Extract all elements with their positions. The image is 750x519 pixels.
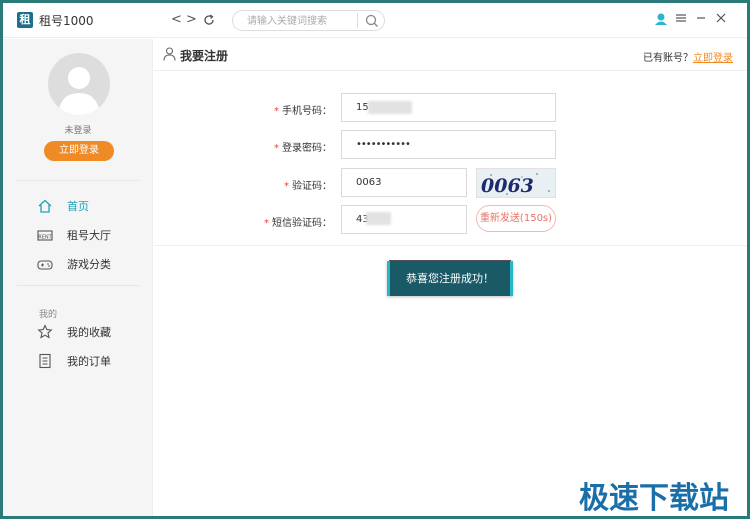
star-icon xyxy=(37,324,53,339)
sidebar-item-label: 租号大厅 xyxy=(67,229,111,242)
phone-redaction xyxy=(368,101,412,114)
search-input[interactable] xyxy=(247,14,352,28)
phone-label: * 手机号码： xyxy=(242,102,332,117)
watermark-logo: 极速下载站 xyxy=(579,481,729,516)
menu-icon xyxy=(676,14,686,22)
sms-label: * 短信验证码： xyxy=(242,214,332,229)
app-window: 租 租号1000 < > 请输入关键词搜索 未登录 立即登录 首页 RENT 租… xyxy=(3,3,747,516)
password-label: * 登录密码： xyxy=(242,139,332,154)
title-bar: 租 租号1000 < > xyxy=(3,3,747,38)
sms-code-input[interactable] xyxy=(341,205,467,234)
resend-sms-button[interactable]: 重新发送(150s) xyxy=(476,205,556,232)
user-icon xyxy=(655,13,667,25)
forward-button[interactable]: > xyxy=(186,11,197,29)
sidebar-item-label: 首页 xyxy=(67,200,89,213)
sidebar-item-my-orders[interactable]: 我的订单 xyxy=(37,351,147,371)
password-input[interactable] xyxy=(341,130,556,159)
gamepad-icon xyxy=(37,260,53,270)
sidebar-item-home[interactable]: 首页 xyxy=(37,196,147,216)
captcha-label-text: 验证码： xyxy=(292,181,332,192)
captcha-input[interactable] xyxy=(341,168,467,197)
default-avatar-icon xyxy=(58,67,100,115)
captcha-label: * 验证码： xyxy=(242,177,332,192)
main-content: 我要注册 已有账号？立即登录 *手机号码： *登录密码： *验证码： 0063 … xyxy=(154,39,747,516)
sidebar-item-game-category[interactable]: 游戏分类 xyxy=(37,254,147,274)
captcha-image[interactable]: 0063 xyxy=(476,168,556,198)
search-box xyxy=(232,10,385,31)
sidebar-item-label: 我的订单 xyxy=(67,355,111,368)
has-account-prompt: 已有账号？立即登录 xyxy=(643,49,733,64)
menu-button[interactable] xyxy=(673,12,689,28)
required-mark: * xyxy=(274,106,279,117)
refresh-button[interactable] xyxy=(203,11,215,31)
svg-text:RENT: RENT xyxy=(38,235,52,241)
sidebar-item-rent-hall[interactable]: RENT 租号大厅 xyxy=(37,225,147,245)
password-label-text: 登录密码： xyxy=(282,143,332,154)
sidebar-divider xyxy=(17,180,139,181)
sidebar-item-label: 我的收藏 xyxy=(67,326,111,339)
required-mark: * xyxy=(274,143,279,154)
captcha-text: 0063 xyxy=(481,175,534,197)
sidebar-divider xyxy=(17,285,139,286)
person-icon xyxy=(163,47,176,61)
avatar[interactable] xyxy=(48,53,110,115)
form-separator xyxy=(154,245,747,246)
captcha-graphic: 0063 xyxy=(481,173,550,197)
app-logo: 租 xyxy=(17,12,33,28)
sms-redaction xyxy=(366,212,391,225)
rent-icon: RENT xyxy=(37,230,53,241)
search-icon[interactable] xyxy=(365,14,379,28)
close-icon xyxy=(716,13,726,23)
required-mark: * xyxy=(284,181,289,192)
has-account-text: 已有账号？ xyxy=(643,53,693,64)
home-icon xyxy=(38,199,52,213)
header-login-link[interactable]: 立即登录 xyxy=(693,53,733,64)
search-divider xyxy=(357,13,358,28)
minimize-button[interactable] xyxy=(693,12,709,28)
order-icon xyxy=(39,353,51,369)
close-button[interactable] xyxy=(713,12,729,28)
minimize-icon xyxy=(697,17,705,19)
user-center-button[interactable] xyxy=(653,12,669,28)
sms-label-text: 短信验证码： xyxy=(272,218,332,229)
required-mark: * xyxy=(264,218,269,229)
page-title: 我要注册 xyxy=(180,49,229,63)
my-section-label: 我的 xyxy=(39,310,58,320)
sidebar-item-my-favorites[interactable]: 我的收藏 xyxy=(37,322,147,342)
success-toast: 恭喜您注册成功！ xyxy=(387,261,513,296)
sidebar-login-button[interactable]: 立即登录 xyxy=(44,141,114,161)
back-button[interactable]: < xyxy=(171,11,182,29)
sidebar: 未登录 立即登录 首页 RENT 租号大厅 游戏分类 我的 我的收藏 我的订单 xyxy=(3,39,153,516)
page-header: 我要注册 已有账号？立即登录 xyxy=(154,39,747,71)
refresh-icon xyxy=(204,14,214,25)
app-title: 租号1000 xyxy=(39,14,94,28)
phone-label-text: 手机号码： xyxy=(282,106,332,117)
sidebar-item-label: 游戏分类 xyxy=(67,258,111,271)
login-status: 未登录 xyxy=(64,126,92,136)
